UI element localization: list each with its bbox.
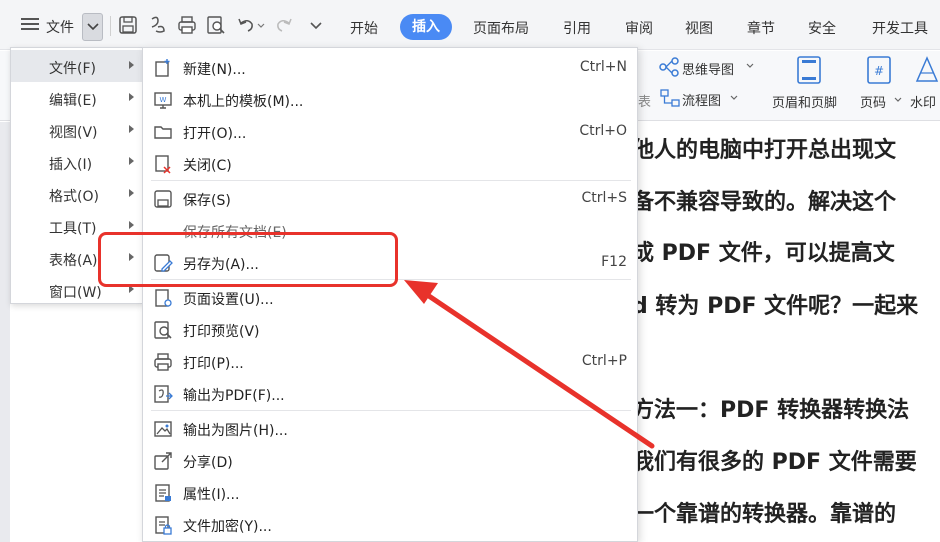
annotation-arrow bbox=[404, 280, 655, 449]
